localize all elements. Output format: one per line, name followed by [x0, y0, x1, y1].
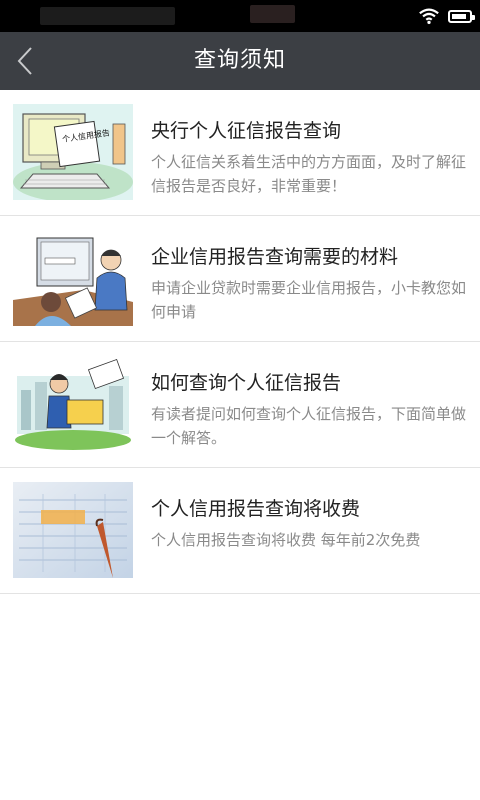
article-description: 个人信用报告查询将收费 每年前2次免费 — [151, 531, 421, 549]
status-bar — [0, 0, 480, 32]
list-item[interactable]: 如何查询个人征信报告 有读者提问如何查询个人征信报告，下面简单做一个解答。 — [0, 342, 480, 468]
article-title: 如何查询个人征信报告 — [151, 372, 342, 394]
status-bar-redacted-area — [250, 5, 295, 23]
wifi-icon — [419, 8, 439, 25]
article-title: 央行个人征信报告查询 — [151, 120, 342, 142]
article-description: 个人征信关系着生活中的方方面面，及时了解征信报告是否良好，非常重要！ — [151, 153, 467, 195]
article-thumbnail — [13, 482, 133, 578]
status-bar-redacted-area — [40, 7, 175, 25]
article-thumbnail — [13, 356, 133, 452]
list-item[interactable]: 企业信用报告查询需要的材料 申请企业贷款时需要企业信用报告，小卡教您如何申请 — [0, 216, 480, 342]
list-item[interactable]: 个人信用报告 央行个人征信报告查询 个人征信关系着生活中的方方面面，及时了解征信… — [0, 90, 480, 216]
article-list: 个人信用报告 央行个人征信报告查询 个人征信关系着生活中的方方面面，及时了解征信… — [0, 90, 480, 594]
header-bar: 查询须知 — [0, 32, 480, 90]
battery-icon — [448, 9, 475, 23]
article-title: 企业信用报告查询需要的材料 — [151, 246, 399, 268]
article-thumbnail: 个人信用报告 — [13, 104, 133, 200]
article-description: 申请企业贷款时需要企业信用报告，小卡教您如何申请 — [151, 279, 467, 321]
list-item[interactable]: 个人信用报告查询将收费 个人信用报告查询将收费 每年前2次免费 — [0, 468, 480, 594]
article-title: 个人信用报告查询将收费 — [151, 498, 361, 520]
page-title: 查询须知 — [193, 48, 286, 73]
article-thumbnail — [13, 230, 133, 326]
article-description: 有读者提问如何查询个人征信报告，下面简单做一个解答。 — [151, 405, 467, 447]
battery-level — [452, 13, 466, 19]
